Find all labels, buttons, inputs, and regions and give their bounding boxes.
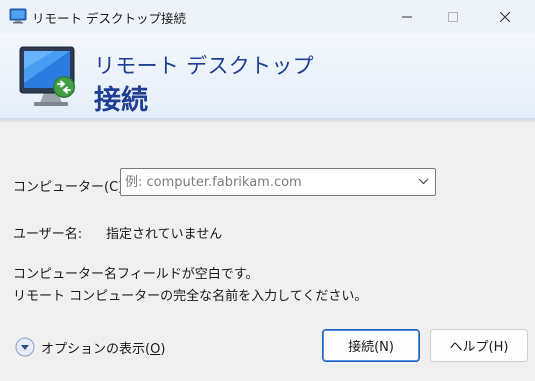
close-icon — [500, 11, 510, 22]
show-options-accelerator: O — [150, 341, 161, 357]
enter-name-message: リモート コンピューターの完全な名前を入力してください。 — [13, 289, 368, 304]
maximize-button[interactable] — [430, 0, 476, 33]
remote-desktop-icon — [9, 8, 27, 24]
title-bar: リモート デスクトップ接続 — [0, 0, 535, 33]
computer-label: コンピューター(C): — [13, 180, 128, 195]
remote-desktop-monitor-icon — [19, 46, 75, 106]
user-label: ユーザー名: — [13, 227, 83, 242]
header-subtitle: 接続 — [94, 85, 148, 116]
show-options-label[interactable]: オプションの表示(O) — [41, 338, 165, 357]
computer-combobox[interactable] — [120, 168, 436, 196]
window-title: リモート デスクトップ接続 — [32, 11, 186, 26]
empty-field-message: コンピューター名フィールドが空白です。 — [13, 267, 259, 282]
header-title: リモート デスクトップ — [94, 54, 314, 78]
chevron-down-icon[interactable] — [418, 177, 429, 185]
user-value: 指定されていません — [106, 227, 223, 242]
show-options-toggle[interactable]: オプションの表示(O) — [15, 337, 165, 357]
connect-button[interactable]: 接続(N) — [322, 329, 420, 362]
maximize-icon — [448, 11, 458, 22]
header-divider — [0, 118, 535, 123]
computer-input[interactable] — [121, 169, 415, 195]
help-button[interactable]: ヘルプ(H) — [430, 329, 528, 362]
show-options-label-suffix: ) — [160, 341, 166, 357]
chevron-down-circle-icon[interactable] — [15, 337, 35, 357]
close-button[interactable] — [482, 0, 528, 33]
show-options-label-prefix: オプションの表示( — [41, 341, 151, 357]
minimize-icon — [402, 16, 412, 17]
minimize-button[interactable] — [384, 0, 430, 33]
